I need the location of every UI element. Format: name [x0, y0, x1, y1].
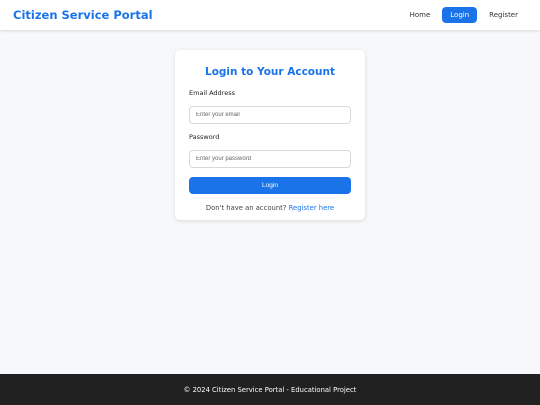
password-group: Password: [189, 133, 351, 168]
top-navbar: Citizen Service Portal Home Login Regist…: [0, 0, 540, 30]
register-here-link[interactable]: Register here: [289, 204, 334, 212]
login-card: Login to Your Account Email Address Pass…: [175, 50, 365, 220]
login-button[interactable]: Login: [189, 177, 351, 194]
brand-title[interactable]: Citizen Service Portal: [13, 8, 153, 22]
footer-text: © 2024 Citizen Service Portal - Educatio…: [183, 385, 357, 394]
main-content: Login to Your Account Email Address Pass…: [0, 30, 540, 374]
register-prompt-text: Don't have an account?: [205, 204, 287, 212]
email-label: Email Address: [189, 89, 235, 97]
footer: © 2024 Citizen Service Portal - Educatio…: [0, 374, 540, 405]
password-label: Password: [189, 133, 220, 141]
email-field[interactable]: [189, 106, 351, 124]
login-title: Login to Your Account: [205, 66, 335, 78]
nav-home-link[interactable]: Home: [402, 7, 439, 23]
email-group: Email Address: [189, 89, 351, 124]
nav-register-link[interactable]: Register: [481, 7, 526, 23]
nav-login-link[interactable]: Login: [442, 7, 478, 23]
nav-menu: Home Login Register: [398, 7, 526, 23]
password-field[interactable]: [189, 150, 351, 168]
register-prompt-line: Don't have an account? Register here: [189, 204, 351, 212]
